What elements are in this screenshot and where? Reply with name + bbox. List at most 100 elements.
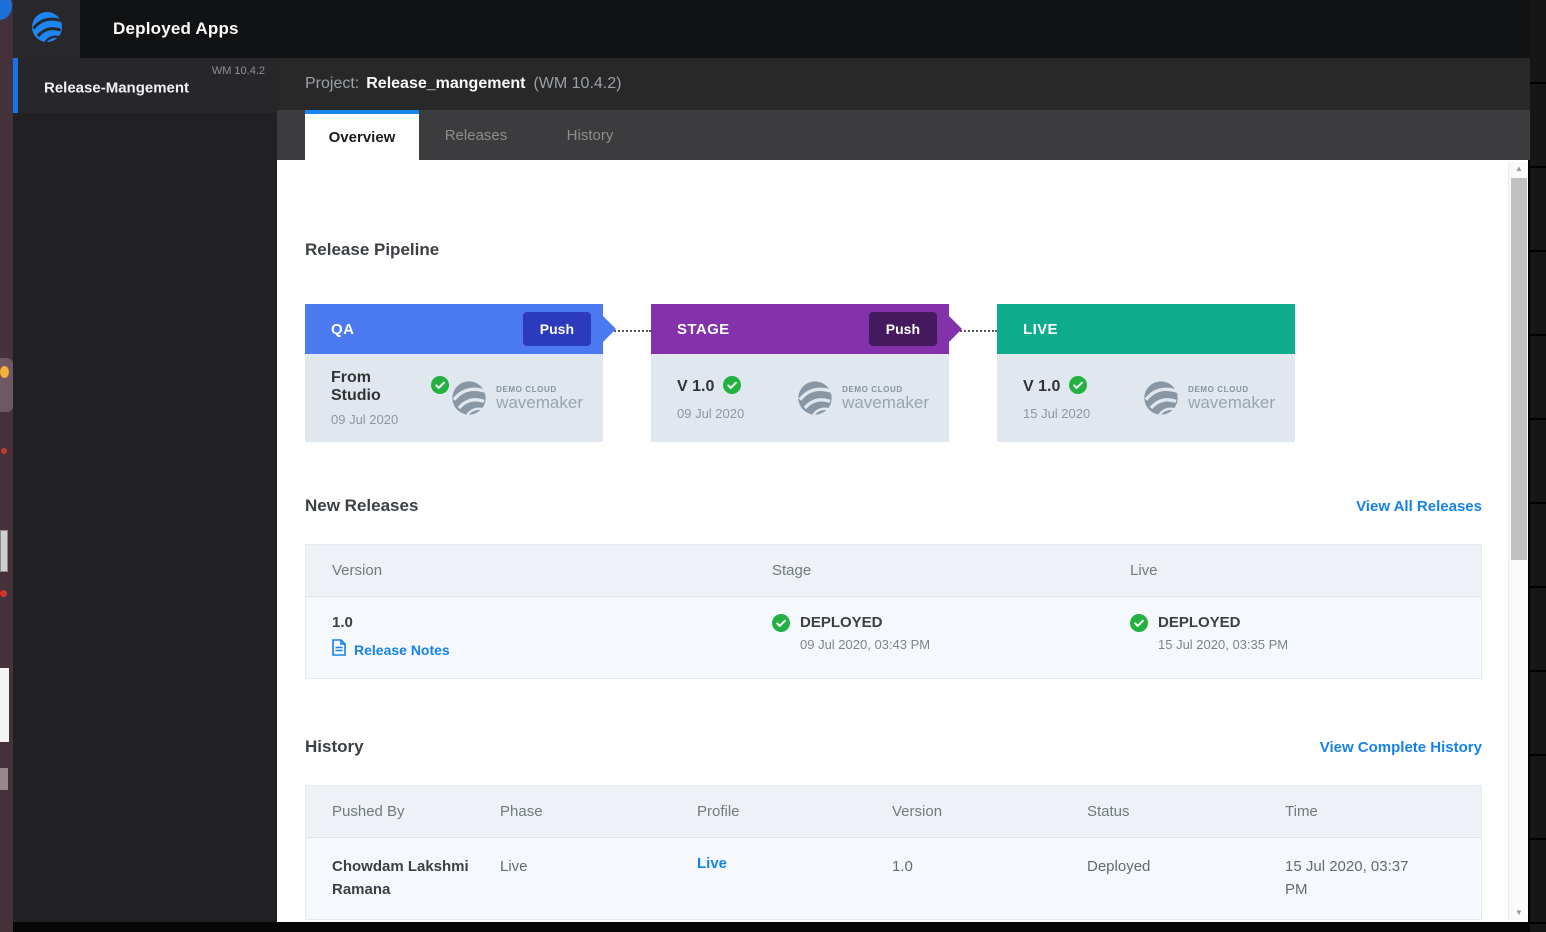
- deployed-check-icon: [1130, 614, 1148, 637]
- scrollbar-up-arrow[interactable]: ▲: [1509, 162, 1529, 176]
- dock-icon-fragment: [0, 366, 9, 378]
- logo-wavemaker-text: wavemaker: [496, 394, 583, 411]
- new-releases-table-header: Version Stage Live: [306, 545, 1481, 597]
- stage-name: LIVE: [1023, 321, 1058, 338]
- new-releases-table: Version Stage Live 1.0 Release Notes: [305, 544, 1482, 679]
- bottom-edge-bar: [13, 922, 1530, 932]
- sidebar-item-release-management[interactable]: Release-Mangement WM 10.4.2: [13, 58, 277, 113]
- project-version: (WM 10.4.2): [533, 75, 621, 93]
- column-header-profile: Profile: [697, 786, 892, 837]
- history-version: 1.0: [892, 858, 913, 875]
- wavemaker-wave-icon: [449, 378, 489, 418]
- scrollbar-down-arrow[interactable]: ▼: [1509, 906, 1529, 920]
- tab-history[interactable]: History: [533, 110, 647, 160]
- stage-name: STAGE: [677, 321, 730, 338]
- stage-version: V 1.0: [677, 378, 714, 396]
- demo-cloud-logo: DEMO CLOUD wavemaker: [795, 378, 929, 418]
- project-label: Project:: [305, 75, 359, 93]
- column-header-live: Live: [1130, 545, 1457, 596]
- stage-arrow-icon: [949, 316, 962, 342]
- stage-date: 09 Jul 2020: [331, 412, 449, 427]
- app-window: Deployed Apps Release-Mangement WM 10.4.…: [0, 0, 1546, 932]
- history-time: 15 Jul 2020, 03:37 PM: [1285, 858, 1408, 898]
- history-table-row: Chowdam Lakshmi Ramana Live Live 1.0 Dep…: [306, 838, 1481, 919]
- right-edge-panel: [1530, 0, 1546, 932]
- stage-deploy-status: DEPLOYED: [800, 614, 930, 631]
- sidebar-item-version-badge: WM 10.4.2: [212, 65, 265, 77]
- column-header-status: Status: [1087, 786, 1285, 837]
- live-deploy-time: 15 Jul 2020, 03:35 PM: [1158, 637, 1288, 652]
- push-button-qa[interactable]: Push: [523, 312, 591, 346]
- success-check-icon: [431, 376, 449, 399]
- success-check-icon: [723, 376, 741, 399]
- column-header-version: Version: [892, 786, 1087, 837]
- release-pipeline-heading: Release Pipeline: [305, 240, 1482, 260]
- dock-icon-fragment: [0, 768, 8, 790]
- dock-icon-fragment: [0, 530, 8, 572]
- wavemaker-wave-icon: [1141, 378, 1181, 418]
- history-table-header: Pushed By Phase Profile Version Status T…: [306, 786, 1481, 838]
- tab-overview[interactable]: Overview: [305, 110, 419, 160]
- pipeline-card-live-header: LIVE: [997, 304, 1295, 354]
- pipeline-card-stage-body: V 1.0 09 Jul 2020: [651, 354, 949, 442]
- pipeline-card-qa: QA Push From Studio 09 Jul: [305, 304, 603, 442]
- pipeline-card-qa-body: From Studio 09 Jul 2020: [305, 354, 603, 442]
- stage-date: 09 Jul 2020: [677, 406, 744, 421]
- push-button-stage[interactable]: Push: [869, 312, 937, 346]
- page-title: Deployed Apps: [113, 0, 239, 58]
- vertical-scrollbar: ▲ ▼: [1508, 162, 1528, 920]
- pipeline-card-stage-header: STAGE Push: [651, 304, 949, 354]
- stage-arrow-icon: [603, 316, 616, 342]
- sidebar: Release-Mangement WM 10.4.2: [13, 58, 277, 922]
- column-header-phase: Phase: [500, 786, 697, 837]
- stage-version: From Studio: [331, 369, 422, 405]
- history-table: Pushed By Phase Profile Version Status T…: [305, 785, 1482, 920]
- dock-icon-fragment: [0, 668, 9, 742]
- release-notes-link[interactable]: Release Notes: [354, 642, 450, 658]
- stage-deploy-time: 09 Jul 2020, 03:43 PM: [800, 637, 930, 652]
- dock-icon-fragment: [0, 0, 12, 20]
- stage-version: V 1.0: [1023, 378, 1060, 396]
- logo-wavemaker-text: wavemaker: [842, 394, 929, 411]
- wavemaker-logo-button[interactable]: [13, 0, 80, 58]
- column-header-pushed-by: Pushed By: [306, 786, 500, 837]
- wavemaker-wave-icon: [795, 378, 835, 418]
- top-bar: Deployed Apps: [13, 0, 1546, 58]
- pipeline-card-qa-header: QA Push: [305, 304, 603, 354]
- view-all-releases-link[interactable]: View All Releases: [1356, 498, 1482, 515]
- dock-notification-dot: [1, 448, 7, 454]
- stage-date: 15 Jul 2020: [1023, 406, 1090, 421]
- wavemaker-logo-icon: [29, 9, 65, 50]
- pipeline-card-stage: STAGE Push V 1.0 09 Jul 202: [651, 304, 949, 442]
- sidebar-item-label: Release-Mangement: [44, 79, 189, 96]
- history-phase: Live: [500, 858, 528, 875]
- demo-cloud-logo: DEMO CLOUD wavemaker: [1141, 378, 1275, 418]
- column-header-stage: Stage: [772, 545, 1130, 596]
- history-pushed-by: Chowdam Lakshmi Ramana: [332, 858, 469, 898]
- column-header-time: Time: [1285, 786, 1431, 837]
- demo-cloud-logo: DEMO CLOUD wavemaker: [449, 378, 583, 418]
- logo-wavemaker-text: wavemaker: [1188, 394, 1275, 411]
- view-complete-history-link[interactable]: View Complete History: [1320, 739, 1482, 756]
- deployed-check-icon: [772, 614, 790, 637]
- live-deploy-status: DEPLOYED: [1158, 614, 1288, 631]
- pipeline-cards-row: QA Push From Studio 09 Jul: [305, 304, 1482, 442]
- pipeline-card-live: LIVE V 1.0 15 Jul 2020: [997, 304, 1295, 442]
- success-check-icon: [1069, 376, 1087, 399]
- column-header-version: Version: [306, 545, 772, 596]
- history-heading: History: [305, 737, 364, 757]
- history-profile-link[interactable]: Live: [697, 855, 727, 872]
- project-header: Project: Release_mangement (WM 10.4.2): [277, 58, 1530, 110]
- stage-name: QA: [331, 321, 354, 338]
- release-version: 1.0: [332, 614, 762, 631]
- history-status: Deployed: [1087, 858, 1150, 875]
- project-name: Release_mangement: [366, 75, 525, 93]
- dock-notification-dot: [0, 590, 7, 597]
- scrollbar-thumb[interactable]: [1511, 178, 1527, 560]
- tab-releases[interactable]: Releases: [419, 110, 533, 160]
- pipeline-card-live-body: V 1.0 15 Jul 2020: [997, 354, 1295, 442]
- release-notes-icon: [332, 639, 346, 661]
- new-releases-heading: New Releases: [305, 496, 418, 516]
- main-content: Release Pipeline QA Push From Studio: [277, 160, 1530, 922]
- tab-bar: Overview Releases History: [277, 110, 1530, 160]
